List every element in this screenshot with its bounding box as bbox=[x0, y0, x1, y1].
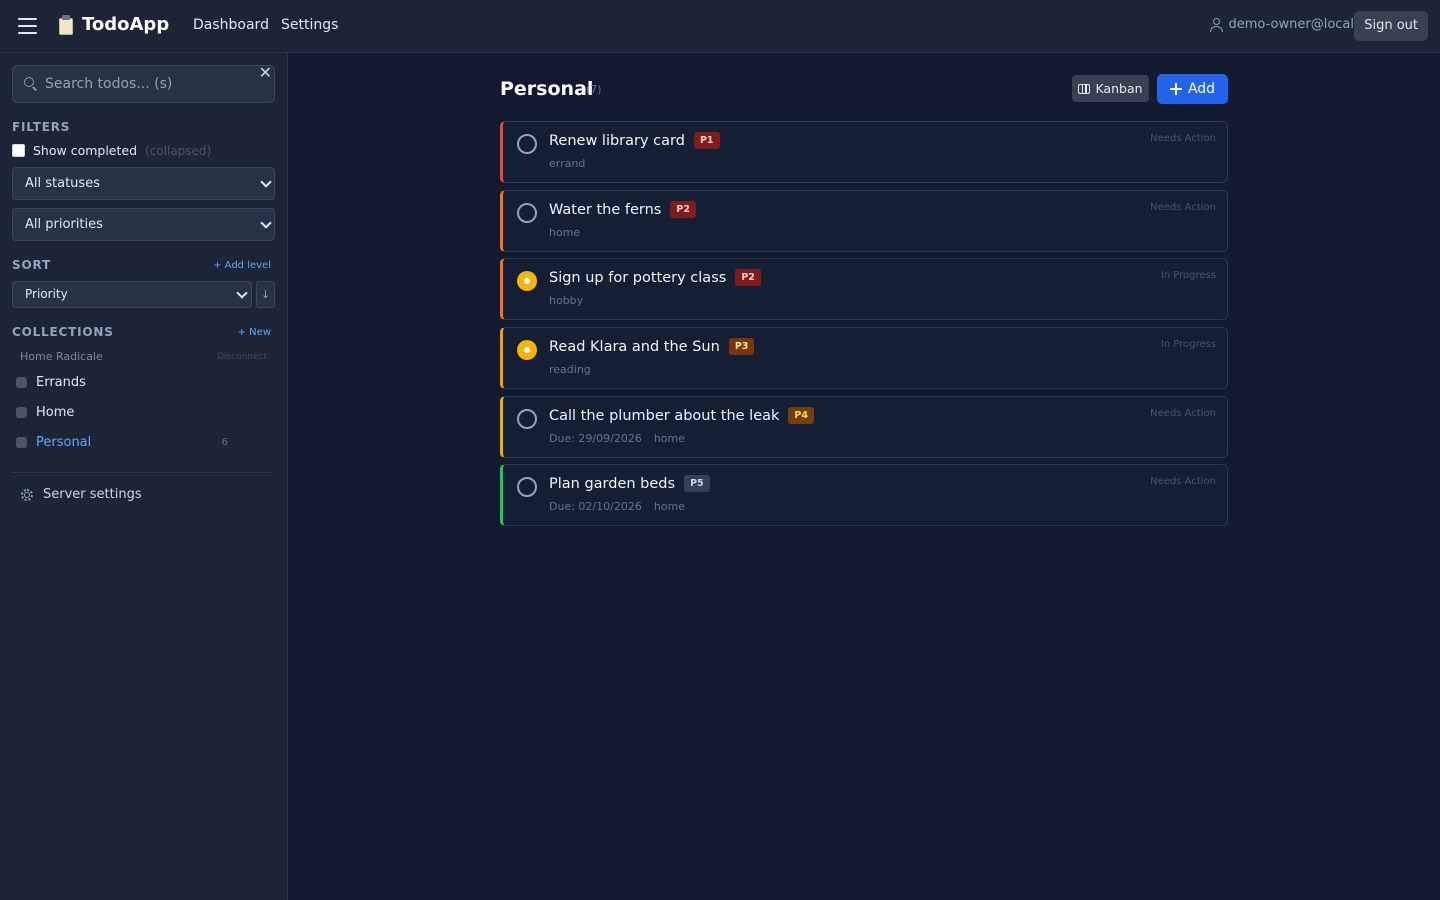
todo-count: (7) bbox=[586, 83, 602, 96]
todo-item[interactable]: Read Klara and the Sun P3 reading In Pro… bbox=[500, 327, 1228, 389]
sort-title: SORT bbox=[12, 258, 51, 272]
menu-icon[interactable] bbox=[18, 17, 38, 35]
app-name: TodoApp bbox=[82, 14, 170, 35]
todo-category: home bbox=[653, 432, 685, 445]
search-icon bbox=[24, 77, 38, 91]
todo-status-toggle[interactable] bbox=[517, 271, 537, 291]
kanban-icon bbox=[1078, 83, 1091, 94]
todo-item[interactable]: Water the ferns P2 home Needs Action bbox=[500, 190, 1228, 252]
todo-item[interactable]: Renew library card P1 errand Needs Actio… bbox=[500, 121, 1228, 183]
collection-item-errands[interactable]: Errands bbox=[16, 371, 266, 393]
todo-category: errand bbox=[549, 157, 586, 170]
show-completed-hint: (collapsed) bbox=[145, 143, 212, 158]
new-collection-link[interactable]: + New bbox=[238, 327, 271, 338]
collection-name: Home bbox=[36, 404, 75, 420]
add-label: Add bbox=[1187, 81, 1216, 97]
todo-status-toggle[interactable] bbox=[517, 134, 537, 154]
chevron-down-icon bbox=[260, 217, 272, 229]
clipboard-icon bbox=[58, 14, 74, 35]
todo-due-date: Due: 02/10/2026 bbox=[549, 500, 642, 513]
show-completed-checkbox[interactable] bbox=[12, 144, 25, 157]
collection-count: 6 bbox=[221, 436, 228, 448]
todo-status-toggle[interactable] bbox=[517, 203, 537, 223]
collection-color-swatch bbox=[16, 376, 27, 388]
collection-account: Home Radicale bbox=[20, 350, 103, 363]
nav-settings[interactable]: Settings bbox=[281, 17, 338, 33]
show-completed-label: Show completed bbox=[33, 143, 138, 158]
priority-filter-value: All priorities bbox=[25, 217, 103, 232]
priority-badge: P4 bbox=[788, 407, 814, 424]
collection-color-swatch bbox=[16, 406, 27, 418]
kanban-button[interactable]: Kanban bbox=[1072, 75, 1149, 102]
chevron-down-icon bbox=[236, 287, 248, 299]
kanban-label: Kanban bbox=[1095, 81, 1143, 96]
sidebar-divider bbox=[12, 472, 273, 473]
todo-status-toggle[interactable] bbox=[517, 409, 537, 429]
priority-badge: P2 bbox=[670, 201, 696, 218]
todo-category: hobby bbox=[549, 294, 584, 307]
todo-title: Plan garden beds bbox=[549, 475, 676, 492]
status-filter-value: All statuses bbox=[25, 176, 100, 191]
sort-field-value: Priority bbox=[25, 287, 68, 301]
collection-item-personal[interactable]: Personal 6 bbox=[16, 431, 266, 453]
collection-color-swatch bbox=[16, 436, 27, 448]
todo-status: Needs Action bbox=[1150, 408, 1216, 419]
todo-title: Renew library card bbox=[549, 132, 685, 149]
collection-name: Personal bbox=[36, 434, 92, 450]
collection-item-home[interactable]: Home bbox=[16, 401, 266, 423]
add-todo-button[interactable]: Add bbox=[1157, 74, 1228, 104]
server-settings-link[interactable]: Server settings bbox=[20, 487, 142, 502]
user-info: demo-owner@local bbox=[1209, 17, 1355, 32]
collection-name: Errands bbox=[36, 374, 86, 390]
priority-badge: P5 bbox=[684, 475, 710, 492]
sign-out-button[interactable]: Sign out bbox=[1354, 11, 1428, 41]
todo-item[interactable]: Plan garden beds P5 Due: 02/10/2026 home… bbox=[500, 464, 1228, 526]
chevron-down-icon bbox=[260, 176, 272, 188]
todo-category: home bbox=[549, 226, 581, 239]
server-settings-label: Server settings bbox=[43, 487, 142, 502]
todo-title: Call the plumber about the leak bbox=[549, 407, 780, 424]
show-completed-row: Show completed (collapsed) bbox=[12, 143, 211, 158]
todo-status: Needs Action bbox=[1150, 202, 1216, 213]
sidebar: ✕ FILTERS Show completed (collapsed) All… bbox=[0, 53, 288, 900]
todo-category: home bbox=[653, 500, 685, 513]
gear-icon bbox=[20, 488, 34, 502]
todo-title: Water the ferns bbox=[549, 201, 662, 218]
page-title: Personal bbox=[500, 78, 594, 100]
todo-title: Sign up for pottery class bbox=[549, 269, 727, 286]
collections-title: COLLECTIONS bbox=[12, 325, 114, 339]
top-bar: TodoApp Dashboard Settings demo-owner@lo… bbox=[0, 0, 1440, 53]
search-input[interactable] bbox=[45, 66, 245, 102]
todo-category: reading bbox=[549, 363, 591, 376]
todo-item[interactable]: Sign up for pottery class P2 hobby In Pr… bbox=[500, 258, 1228, 320]
disconnect-link[interactable]: Disconnect bbox=[217, 352, 267, 362]
filters-title: FILTERS bbox=[12, 120, 71, 134]
plus-icon bbox=[1169, 83, 1182, 95]
user-email: demo-owner@local bbox=[1228, 17, 1355, 32]
search-box: ✕ bbox=[12, 65, 275, 103]
todo-status-toggle[interactable] bbox=[517, 477, 537, 497]
user-icon bbox=[1209, 17, 1223, 32]
todo-title: Read Klara and the Sun bbox=[549, 338, 720, 355]
sort-direction-button[interactable]: ↓ bbox=[256, 281, 275, 308]
todo-status: In Progress bbox=[1160, 339, 1216, 350]
priority-badge: P2 bbox=[735, 269, 761, 286]
status-filter-select[interactable]: All statuses bbox=[12, 167, 275, 200]
priority-badge: P1 bbox=[693, 132, 720, 149]
nav-dashboard[interactable]: Dashboard bbox=[193, 17, 269, 33]
todo-status: Needs Action bbox=[1150, 476, 1216, 487]
priority-filter-select[interactable]: All priorities bbox=[12, 208, 275, 241]
sort-field-select[interactable]: Priority bbox=[12, 281, 252, 308]
brand[interactable]: TodoApp bbox=[58, 14, 169, 35]
clear-search-icon[interactable]: ✕ bbox=[259, 65, 272, 81]
todo-item[interactable]: Call the plumber about the leak P4 Due: … bbox=[500, 396, 1228, 458]
todo-due-date: Due: 29/09/2026 bbox=[549, 432, 642, 445]
priority-badge: P3 bbox=[728, 338, 755, 355]
todo-status-toggle[interactable] bbox=[517, 340, 537, 360]
todo-status: Needs Action bbox=[1150, 133, 1216, 144]
todo-status: In Progress bbox=[1160, 270, 1216, 281]
add-sort-level-link[interactable]: + Add level bbox=[213, 260, 271, 271]
